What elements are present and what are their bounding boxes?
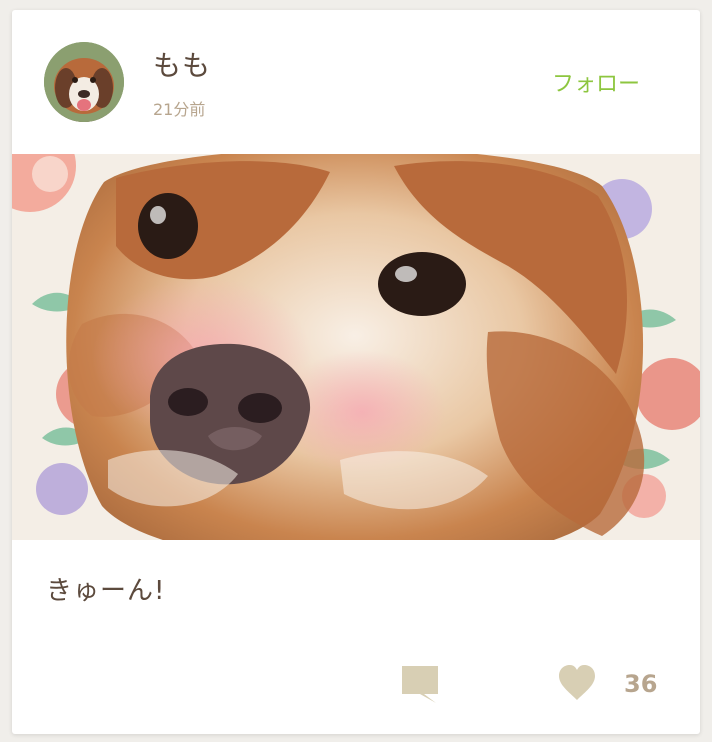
post-photo[interactable] xyxy=(12,154,700,540)
post-header: もも 21分前 フォロー xyxy=(12,10,700,154)
user-avatar[interactable] xyxy=(44,42,124,122)
comment-button[interactable] xyxy=(400,664,440,704)
like-count: 36 xyxy=(624,670,658,698)
post-caption: きゅーん! xyxy=(46,576,166,606)
dog-avatar-icon xyxy=(44,42,124,122)
speech-bubble-icon xyxy=(402,666,438,703)
post-card: もも 21分前 フォロー きゅーん! 36 xyxy=(12,10,700,734)
cavalier-king-charles-spaniel-photo xyxy=(12,154,700,540)
follow-button[interactable]: フォロー xyxy=(552,66,640,98)
post-timestamp: 21分前 xyxy=(153,100,206,119)
heart-icon xyxy=(559,665,595,700)
user-name[interactable]: もも xyxy=(153,44,211,84)
like-button[interactable] xyxy=(557,664,597,704)
